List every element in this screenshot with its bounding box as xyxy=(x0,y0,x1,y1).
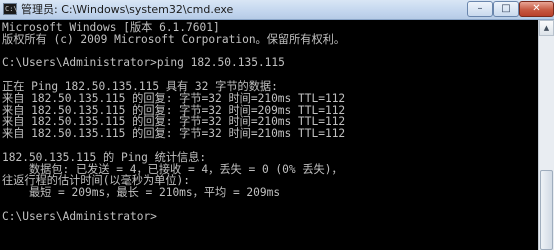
console-line: 最短 = 209ms，最长 = 210ms，平均 = 209ms xyxy=(2,186,281,200)
window-title: 管理员: C:\Windows\system32\cmd.exe xyxy=(21,3,234,16)
console-line: C:\Users\Administrator>ping 182.50.135.1… xyxy=(2,56,285,70)
console-output[interactable]: Microsoft Windows [版本 6.1.7601] 版权所有 (c) … xyxy=(0,20,538,250)
console-prompt[interactable]: C:\Users\Administrator> xyxy=(2,210,538,223)
console-line: 182.50.135.115 的 Ping 统计信息: xyxy=(2,150,207,164)
console-line: 来自 182.50.135.115 的回复: 字节=32 时间=210ms TT… xyxy=(2,127,346,141)
console-line: 来自 182.50.135.115 的回复: 字节=32 时间=210ms TT… xyxy=(2,91,346,105)
console-line: 版权所有 (c) 2009 Microsoft Corporation。保留所有… xyxy=(2,32,346,46)
title-bar[interactable]: C:\ 管理员: C:\Windows\system32\cmd.exe – □… xyxy=(0,0,554,20)
console-text: Microsoft Windows [版本 6.1.7601] 版权所有 (c) … xyxy=(0,20,538,223)
console-line: 正在 Ping 182.50.135.115 具有 32 字节的数据: xyxy=(2,79,278,93)
scroll-up-icon[interactable]: ▲ xyxy=(539,20,554,36)
vertical-scrollbar[interactable]: ▲ xyxy=(538,20,554,250)
scrollbar-thumb[interactable] xyxy=(540,170,553,250)
cmd-app-icon[interactable]: C:\ xyxy=(3,3,18,15)
close-button[interactable]: ✕ xyxy=(519,1,554,17)
maximize-button[interactable]: □ xyxy=(493,1,519,17)
minimize-button[interactable]: – xyxy=(467,1,493,17)
